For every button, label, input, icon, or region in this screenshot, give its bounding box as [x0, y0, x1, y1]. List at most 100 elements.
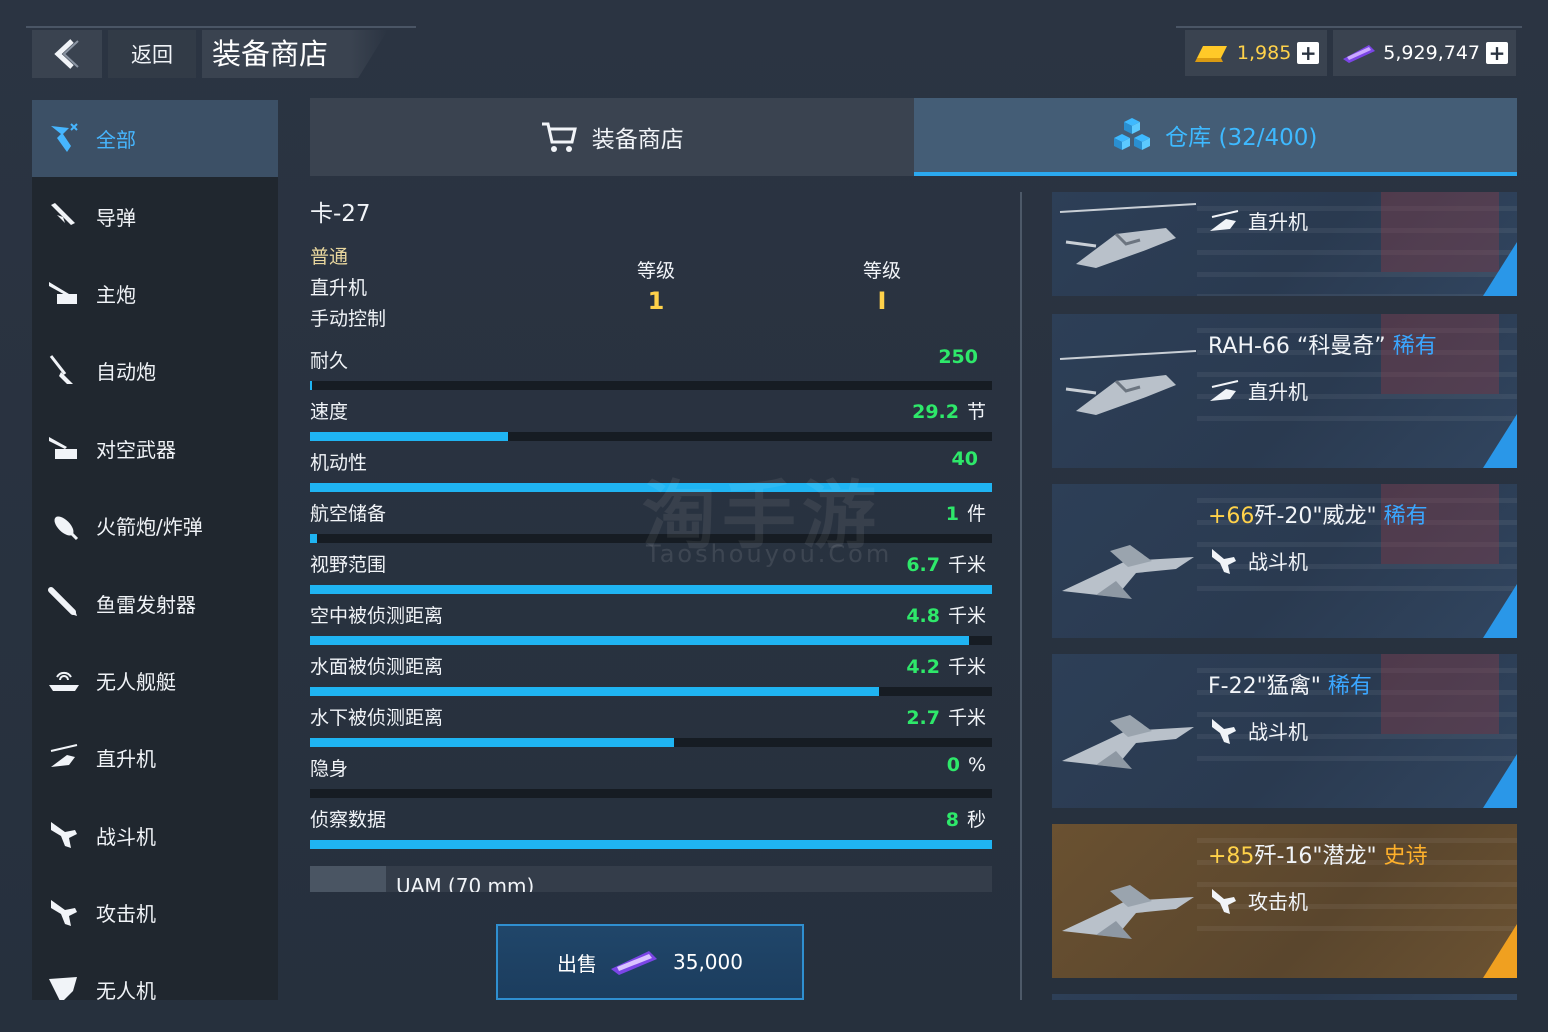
tab-label: 仓库 (32/400)	[1165, 125, 1318, 151]
back-button[interactable]	[32, 30, 102, 78]
jet-model-image	[1062, 545, 1194, 599]
stat-unit: 千米	[947, 707, 986, 729]
sidebar-item-missile[interactable]: 导弹	[32, 177, 278, 254]
stat-bar-fill	[310, 687, 879, 696]
helicopter-model-image	[1059, 350, 1197, 415]
card-stripe	[1197, 272, 1517, 277]
sidebar-item-attacker[interactable]: 攻击机	[32, 874, 278, 951]
stat-value: 4.2	[906, 656, 940, 678]
sell-label: 出售	[557, 951, 597, 976]
sidebar-item-label: 无人机	[96, 979, 156, 1000]
sidebar-item-drone-boat[interactable]: 无人舰艇	[32, 642, 278, 719]
back-label-button[interactable]: 返回	[108, 30, 196, 78]
unit-control: 手动控制	[310, 308, 387, 330]
autocannon-icon	[44, 351, 84, 391]
card-type-label: 战斗机	[1248, 720, 1308, 744]
inventory-card[interactable]: +66歼-20"威龙" 稀有 战斗机	[1052, 484, 1517, 638]
card-unit-name: F-22"猛禽"	[1208, 674, 1321, 699]
sidebar-item-uav[interactable]: 无人机	[32, 951, 278, 1000]
watermark-url: Taoshouyou.Com	[646, 540, 893, 568]
stat-name: 航空储备	[310, 503, 387, 525]
stat-value-group: 2.7 千米	[906, 703, 986, 730]
inventory-card[interactable]: RAH-66 “科曼奇” 稀有 直升机	[1052, 314, 1517, 468]
inventory-card[interactable]: F-22"猛禽" 稀有 战斗机	[1052, 654, 1517, 808]
add-gold-button[interactable]: +	[1297, 42, 1320, 64]
stat-value: 6.7	[906, 554, 940, 576]
inventory-card[interactable]: +85歼-16"潜龙" 史诗 攻击机	[1052, 824, 1517, 978]
gold-counter: 1,985 +	[1184, 30, 1328, 76]
weapon-row[interactable]: UAM (70 mm)	[310, 866, 992, 892]
rarity-corner	[1483, 754, 1517, 808]
stat-value-group: 40	[952, 448, 986, 470]
sidebar-item-main-gun[interactable]: 主炮	[32, 255, 278, 332]
sidebar-item-helicopter[interactable]: 直升机	[32, 719, 278, 796]
sidebar-item-label: 直升机	[96, 747, 156, 772]
sidebar-item-torpedo[interactable]: 鱼雷发射器	[32, 564, 278, 641]
stat-bar-fill	[310, 381, 313, 390]
sidebar-item-autocannon[interactable]: 自动炮	[32, 332, 278, 409]
card-title: F-22"猛禽" 稀有	[1208, 668, 1372, 700]
helicopter-icon	[1210, 379, 1239, 401]
stat-row: 水面被侦测距离 4.2 千米	[310, 652, 992, 703]
stat-name: 空中被侦测距离	[310, 605, 444, 627]
fighter-icon	[1212, 548, 1236, 574]
add-gem-button[interactable]: +	[1486, 42, 1508, 64]
helicopter-icon	[1210, 209, 1239, 231]
inventory-list: 直升机 RAH-66 “科曼奇” 稀有 直升机 +66歼-20"威龙" 稀有 战斗机 F-…	[1052, 192, 1517, 1000]
inventory-card-partial[interactable]	[1052, 994, 1517, 1000]
card-stripe	[1197, 416, 1517, 421]
stat-bar-track	[310, 585, 992, 594]
sidebar-item-label: 鱼雷发射器	[96, 592, 196, 617]
stat-value: 2.7	[906, 707, 940, 729]
sidebar-item-all[interactable]: 全部	[32, 100, 278, 178]
top-bar: 返回 装备商店 1,985 + 5,929,747 +	[0, 0, 1548, 90]
category-sidebar: 全部 导弹 主炮 自动炮 对空武器 火箭炮/炸弹 鱼雷发射器 无人舰艇 直升机 …	[32, 100, 278, 1000]
stat-value-group: 4.8 千米	[906, 601, 986, 628]
card-unit-name: 歼-20"威龙"	[1254, 504, 1377, 529]
rarity-corner	[1483, 414, 1517, 468]
weapon-thumbnail	[310, 866, 386, 892]
card-stripe	[1197, 586, 1517, 591]
currency-bar: 1,985 + 5,929,747 +	[1184, 30, 1516, 76]
card-rarity: 稀有	[1327, 674, 1372, 699]
drone-boat-icon	[44, 660, 84, 700]
jet-model-image	[1062, 885, 1194, 939]
stat-unit: 千米	[947, 554, 986, 576]
shop-tabs: 装备商店 仓库 (32/400)	[310, 98, 1517, 176]
gold-bar-icon	[1194, 46, 1227, 62]
stat-name: 速度	[310, 401, 349, 423]
fighter-icon	[44, 815, 84, 855]
inventory-card[interactable]: 直升机	[1052, 192, 1517, 296]
cart-icon	[541, 122, 577, 152]
sidebar-item-fighter[interactable]: 战斗机	[32, 797, 278, 874]
top-border-right	[1176, 26, 1522, 28]
card-type: 战斗机	[1208, 546, 1308, 575]
stat-name: 水面被侦测距离	[310, 656, 444, 678]
unit-rarity: 普通	[310, 246, 349, 268]
sidebar-item-rocket-bomb[interactable]: 火箭炮/炸弹	[32, 487, 278, 564]
stat-value-group: 0%	[947, 754, 986, 776]
sidebar-item-label: 主炮	[96, 282, 136, 307]
uav-icon	[44, 970, 84, 1000]
sidebar-item-anti-air[interactable]: 对空武器	[32, 410, 278, 487]
boxes-icon	[1114, 118, 1151, 150]
stat-name: 耐久	[310, 350, 349, 372]
stat-unit: %	[967, 754, 986, 776]
card-rarity: 史诗	[1383, 844, 1428, 869]
page-title: 装备商店	[202, 30, 388, 78]
tab-equipment-shop[interactable]: 装备商店	[310, 98, 914, 176]
stat-value-group: 8秒	[946, 805, 986, 832]
stat-unit: 秒	[966, 809, 986, 831]
stat-unit: 千米	[947, 656, 986, 678]
unit-name: 卡-27	[310, 201, 371, 227]
sell-button[interactable]: 出售 35,000	[496, 924, 804, 1000]
rocket-bomb-icon	[44, 506, 84, 546]
tab-warehouse[interactable]: 仓库 (32/400)	[913, 98, 1517, 176]
tab-label: 装备商店	[591, 127, 684, 153]
card-unit-name: RAH-66 “科曼奇”	[1208, 334, 1386, 359]
weapon-name: UAM (70 mm)	[396, 874, 535, 892]
attacker-icon	[44, 893, 84, 933]
stat-bar-track	[310, 789, 992, 798]
main-gun-icon	[44, 273, 84, 313]
grade-label: 等级	[862, 260, 901, 282]
